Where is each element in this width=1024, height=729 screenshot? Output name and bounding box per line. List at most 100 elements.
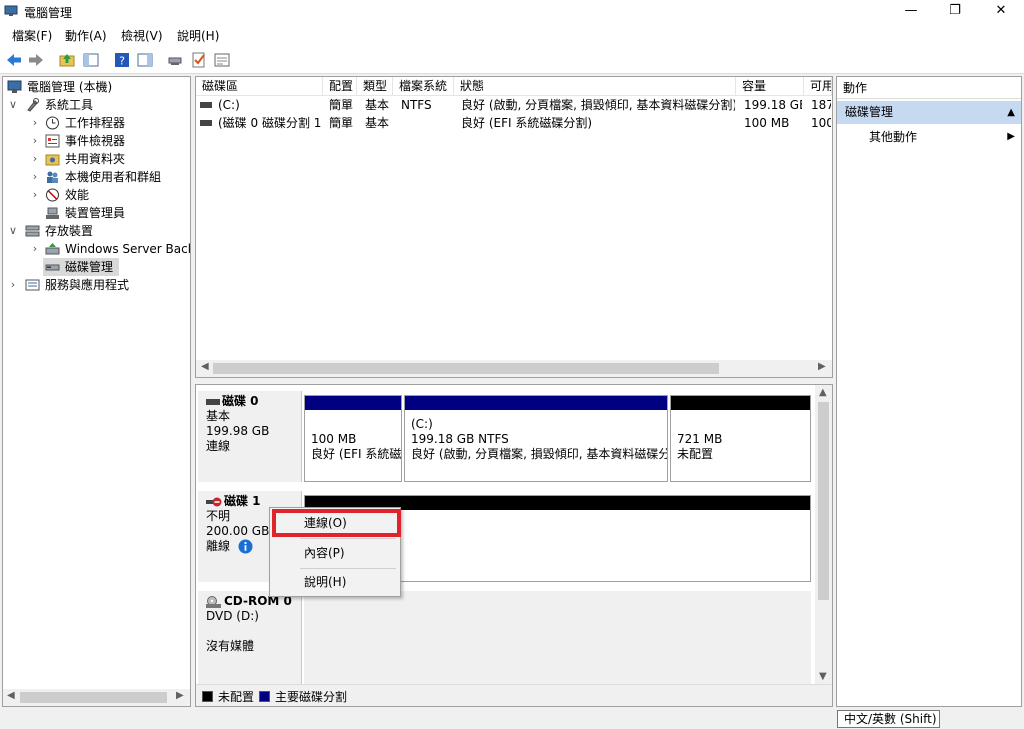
tree-item-event-viewer[interactable]: › 事件檢視器 [3,132,188,150]
menu-help[interactable]: 說明(H) [177,27,219,44]
chevron-right-icon[interactable]: › [29,168,41,186]
column-header-free[interactable]: 可用 [804,77,832,96]
back-arrow-icon[interactable] [5,51,23,69]
chevron-right-icon[interactable]: › [29,114,41,132]
column-header-type[interactable]: 類型 [357,77,393,96]
actions-section-disk-management[interactable]: 磁碟管理 ▲ [837,101,1021,124]
column-header-capacity[interactable]: 容量 [736,77,804,96]
partition-unallocated[interactable]: 721 MB 未配置 [670,395,811,482]
ime-indicator[interactable]: 中文/英數 (Shift) [837,710,940,728]
table-cell [401,115,453,132]
menu-item-help[interactable]: 說明(H) [272,570,398,594]
menu-item-online[interactable]: 連線(O) [272,511,398,535]
properties-icon[interactable] [213,51,231,69]
scrollbar-thumb[interactable] [213,363,719,374]
menu-file[interactable]: 檔案(F) [12,27,52,44]
tree-item-task-scheduler[interactable]: › 工作排程器 [3,114,188,132]
tree-item-performance[interactable]: › 效能 [3,186,188,204]
tree-item-computer-management[interactable]: 電腦管理 (本機) [3,78,188,96]
menu-separator [300,568,396,569]
partition-size: 199.18 GB NTFS [411,432,509,446]
tree-horizontal-scrollbar[interactable]: ◀ ▶ [3,689,190,706]
disk-view-vertical-scrollbar[interactable]: ▲ ▼ [815,385,832,685]
tree-label: 存放裝置 [45,224,94,238]
connect-icon[interactable] [166,51,184,69]
show-hide-tree-icon[interactable] [82,51,100,69]
scroll-up-icon[interactable]: ▲ [819,387,827,398]
volume-icon [200,102,212,108]
scroll-left-icon[interactable]: ◀ [7,690,15,701]
scrollbar-thumb[interactable] [20,692,167,703]
offline-disk-icon [206,497,222,506]
show-hide-action-pane-icon[interactable] [136,51,154,69]
close-button[interactable]: ✕ [978,0,1024,24]
checklist-icon[interactable] [190,51,208,69]
disk-0-label[interactable]: 磁碟 0 基本 199.98 GB 連線 [198,391,302,482]
scroll-down-icon[interactable]: ▼ [819,671,827,682]
menu-item-properties[interactable]: 內容(P) [272,541,398,565]
scrollbar-thumb[interactable] [818,402,829,600]
tree-item-services-applications[interactable]: › 服務與應用程式 [3,276,188,294]
legend-label: 未配置 [218,690,255,704]
chevron-right-icon[interactable]: › [7,276,19,294]
action-more-actions[interactable]: 其他動作 ▶ [837,127,1021,147]
menu-separator [300,538,396,539]
table-cell: 187 [811,98,831,112]
tree-item-system-tools[interactable]: ∨ 系統工具 [3,96,188,114]
volume-list-horizontal-scrollbar[interactable]: ◀ ▶ [196,360,832,377]
window-title: 電腦管理 [24,6,73,20]
shared-folder-icon [45,154,60,166]
tree-item-local-users-groups[interactable]: › 本機使用者和群組 [3,168,188,186]
partition-label: (C:) [411,417,433,431]
partition-efi[interactable]: 100 MB 良好 (EFI 系統磁碟分割) [304,395,402,482]
performance-icon [46,188,59,202]
table-cell: 良好 (啟動, 分頁檔案, 損毀傾印, 基本資料磁碟分割) [461,98,735,112]
disk-status: 連線 [206,439,231,453]
tree-label: 效能 [65,188,90,202]
tree-label: 系統工具 [45,98,94,112]
chevron-right-icon[interactable]: › [29,240,41,258]
disk-size: 199.98 GB [206,424,270,438]
info-icon[interactable] [238,539,253,554]
tree-item-device-manager[interactable]: 裝置管理員 [3,204,188,222]
table-cell: 199.18 GB [744,98,802,112]
column-header-filesystem[interactable]: 檔案系統 [393,77,454,96]
table-cell: 良好 (EFI 系統磁碟分割) [461,116,593,130]
help-icon[interactable]: ? [113,51,131,69]
forward-arrow-icon[interactable] [27,51,45,69]
chevron-down-icon[interactable]: ∨ [7,222,19,240]
tree-item-windows-server-backup[interactable]: › Windows Server Backup [3,240,190,258]
scroll-left-icon[interactable]: ◀ [201,361,209,372]
tree-item-shared-folders[interactable]: › 共用資料夾 [3,150,188,168]
tree-label: 裝置管理員 [65,206,126,220]
collapse-up-icon[interactable]: ▲ [1007,101,1015,124]
partition-c[interactable]: (C:) 199.18 GB NTFS 良好 (啟動, 分頁檔案, 損毀傾印, … [404,395,668,482]
cdrom-0-label[interactable]: CD-ROM 0 DVD (D:) 沒有媒體 [198,591,302,686]
scroll-right-icon[interactable]: ▶ [176,690,184,701]
minimize-button[interactable]: — [888,0,934,24]
title-bar: 電腦管理 — ❐ ✕ [0,0,1024,24]
partition-status: 良好 (啟動, 分頁檔案, 損毀傾印, 基本資料磁碟分割) [411,447,668,461]
menu-action[interactable]: 動作(A) [65,27,107,44]
maximize-button[interactable]: ❐ [932,0,978,24]
chevron-down-icon[interactable]: ∨ [7,96,19,114]
tree-label: 共用資料夾 [65,152,126,166]
tree-item-disk-management[interactable]: 磁碟管理 [43,258,119,276]
chevron-right-icon[interactable]: › [29,150,41,168]
tree-item-storage[interactable]: ∨ 存放裝置 [3,222,188,240]
chevron-right-icon[interactable]: › [29,132,41,150]
column-header-layout[interactable]: 配置 [323,77,357,96]
navigation-tree: 電腦管理 (本機) ∨ 系統工具 › 工作排程器 › 事件檢視器 › 共用資料夾… [2,76,191,707]
scroll-right-icon[interactable]: ▶ [818,361,826,372]
menu-view[interactable]: 檢視(V) [121,27,163,44]
table-cell: 簡單 [329,98,354,112]
chevron-right-icon[interactable]: › [29,186,41,204]
disk-name: 磁碟 0 [222,394,259,408]
column-header-volume[interactable]: 磁碟區 [196,77,323,96]
up-folder-icon[interactable] [58,51,76,69]
table-cell: 100 MB [744,116,790,130]
partition-bar [405,396,667,410]
column-header-status[interactable]: 狀態 [454,77,736,96]
partition-bar [671,396,810,410]
backup-icon [45,243,60,255]
